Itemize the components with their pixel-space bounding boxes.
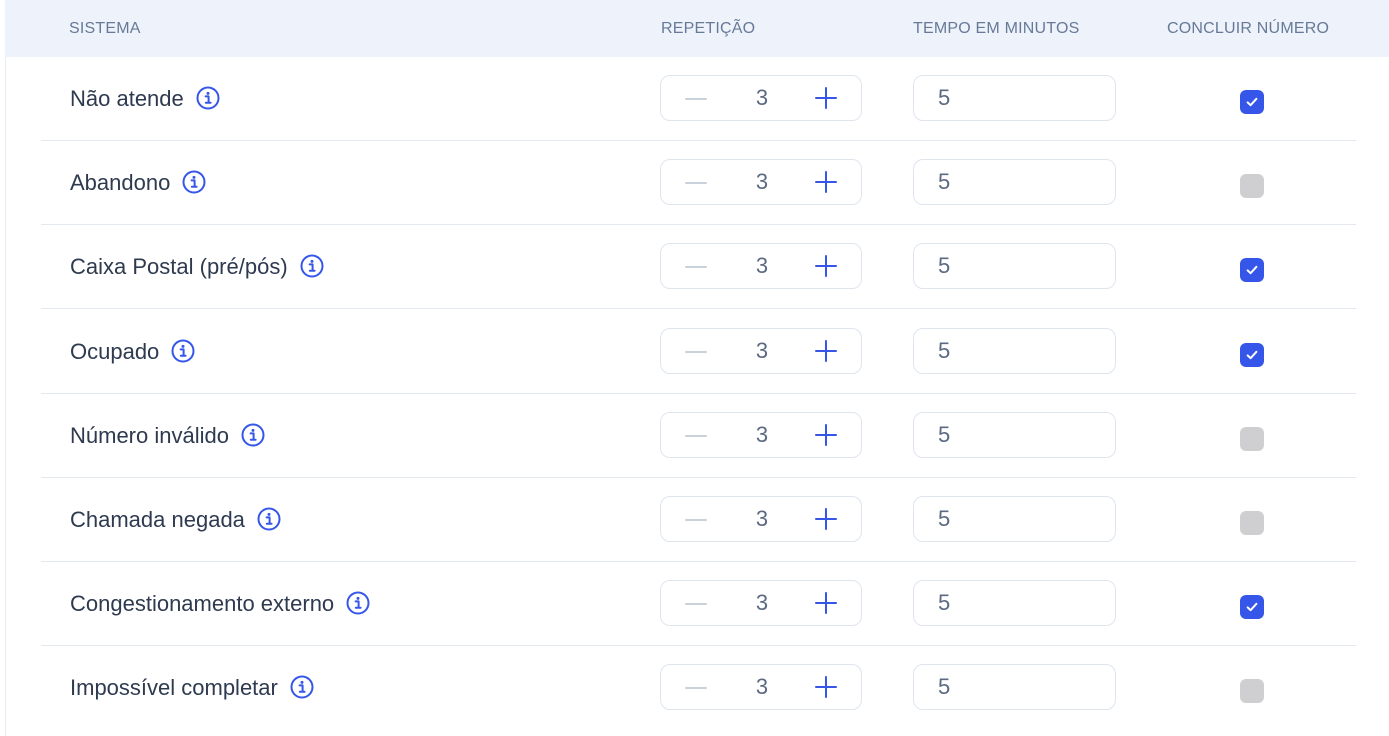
row-label-wrap: Abandono xyxy=(70,141,206,225)
time-minutes-input[interactable] xyxy=(913,412,1116,458)
table-row: Chamada negada 3 xyxy=(0,478,1389,562)
increment-button[interactable] xyxy=(815,171,837,193)
repeat-value: 3 xyxy=(755,85,769,110)
table-row: Ocupado 3 xyxy=(0,310,1389,394)
info-icon[interactable] xyxy=(241,423,265,447)
repeat-stepper: 3 xyxy=(660,159,862,205)
info-icon[interactable] xyxy=(182,170,206,194)
complete-number-checkbox[interactable] xyxy=(1240,427,1264,451)
time-minutes-input[interactable] xyxy=(913,328,1116,374)
row-label: Caixa Postal (pré/pós) xyxy=(70,254,288,279)
repeat-value: 3 xyxy=(755,422,769,447)
info-icon[interactable] xyxy=(290,675,314,699)
decrement-button[interactable] xyxy=(675,84,717,114)
time-minutes-input[interactable] xyxy=(913,580,1116,626)
minus-icon xyxy=(685,182,707,184)
minus-icon xyxy=(685,603,707,605)
repeat-value: 3 xyxy=(755,590,769,615)
minus-icon xyxy=(685,435,707,437)
minus-icon xyxy=(685,519,707,521)
info-icon[interactable] xyxy=(171,339,195,363)
row-label-wrap: Chamada negada xyxy=(70,478,281,562)
header-time: TEMPO EM MINUTOS xyxy=(913,20,1080,37)
complete-number-checkbox[interactable] xyxy=(1240,343,1264,367)
minus-icon xyxy=(685,98,707,100)
time-minutes-input[interactable] xyxy=(913,664,1116,710)
repeat-stepper: 3 xyxy=(660,496,862,542)
minus-icon xyxy=(685,266,707,268)
header-repeat: REPETIÇÃO xyxy=(661,20,756,37)
row-label-wrap: Ocupado xyxy=(70,310,195,394)
row-label: Ocupado xyxy=(70,339,160,364)
complete-number-checkbox[interactable] xyxy=(1240,174,1264,198)
repeat-value: 3 xyxy=(755,674,769,699)
repeat-value: 3 xyxy=(755,338,769,363)
row-label-wrap: Caixa Postal (pré/pós) xyxy=(70,225,324,309)
time-minutes-input[interactable] xyxy=(913,243,1116,289)
decrement-button[interactable] xyxy=(675,589,717,619)
row-divider xyxy=(41,308,1356,309)
table-row: Caixa Postal (pré/pós) 3 xyxy=(0,225,1389,309)
complete-number-checkbox[interactable] xyxy=(1240,595,1264,619)
minus-icon xyxy=(685,687,707,689)
time-minutes-input[interactable] xyxy=(913,75,1116,121)
increment-button[interactable] xyxy=(815,87,837,109)
increment-button[interactable] xyxy=(815,255,837,277)
increment-button[interactable] xyxy=(815,508,837,530)
row-label: Não atende xyxy=(70,86,184,111)
table-row: Não atende 3 xyxy=(0,57,1389,141)
complete-number-checkbox[interactable] xyxy=(1240,511,1264,535)
time-minutes-input[interactable] xyxy=(913,159,1116,205)
repeat-stepper: 3 xyxy=(660,412,862,458)
table-row: Abandono 3 xyxy=(0,141,1389,225)
repeat-stepper: 3 xyxy=(660,328,862,374)
increment-button[interactable] xyxy=(815,340,837,362)
row-label-wrap: Número inválido xyxy=(70,394,265,478)
increment-button[interactable] xyxy=(815,424,837,446)
info-icon[interactable] xyxy=(300,254,324,278)
row-label: Chamada negada xyxy=(70,507,245,532)
check-icon xyxy=(1246,97,1258,107)
row-label: Impossível completar xyxy=(70,675,278,700)
decrement-button[interactable] xyxy=(675,421,717,451)
repeat-value: 3 xyxy=(755,506,769,531)
repeat-stepper: 3 xyxy=(660,75,862,121)
repeat-stepper: 3 xyxy=(660,664,862,710)
minus-icon xyxy=(685,351,707,353)
table-row: Congestionamento externo 3 xyxy=(0,562,1389,646)
time-minutes-input[interactable] xyxy=(913,496,1116,542)
row-label: Congestionamento externo xyxy=(70,591,335,616)
decrement-button[interactable] xyxy=(675,252,717,282)
decrement-button[interactable] xyxy=(675,505,717,535)
repeat-value: 3 xyxy=(755,169,769,194)
complete-number-checkbox[interactable] xyxy=(1240,258,1264,282)
increment-button[interactable] xyxy=(815,592,837,614)
check-icon xyxy=(1246,350,1258,360)
check-icon xyxy=(1246,265,1258,275)
repeat-stepper: 3 xyxy=(660,243,862,289)
decrement-button[interactable] xyxy=(675,337,717,367)
info-icon[interactable] xyxy=(346,591,370,615)
row-label-wrap: Impossível completar xyxy=(70,646,314,730)
row-label-wrap: Não atende xyxy=(70,57,220,141)
repeat-stepper: 3 xyxy=(660,580,862,626)
repeat-value: 3 xyxy=(755,253,769,278)
table-row: Número inválido 3 xyxy=(0,394,1389,478)
info-icon[interactable] xyxy=(257,507,281,531)
row-label: Abandono xyxy=(70,170,171,195)
check-icon xyxy=(1246,602,1258,612)
table-header: SISTEMA REPETIÇÃO TEMPO EM MINUTOS CONCL… xyxy=(5,0,1389,57)
info-icon[interactable] xyxy=(196,86,220,110)
row-label-wrap: Congestionamento externo xyxy=(70,562,370,646)
complete-number-checkbox[interactable] xyxy=(1240,90,1264,114)
decrement-button[interactable] xyxy=(675,168,717,198)
row-label: Número inválido xyxy=(70,423,229,448)
complete-number-checkbox[interactable] xyxy=(1240,679,1264,703)
increment-button[interactable] xyxy=(815,676,837,698)
header-complete: CONCLUIR NÚMERO xyxy=(1167,20,1330,37)
table-row: Impossível completar 3 xyxy=(0,646,1389,730)
header-system: SISTEMA xyxy=(69,20,141,37)
decrement-button[interactable] xyxy=(675,673,717,703)
